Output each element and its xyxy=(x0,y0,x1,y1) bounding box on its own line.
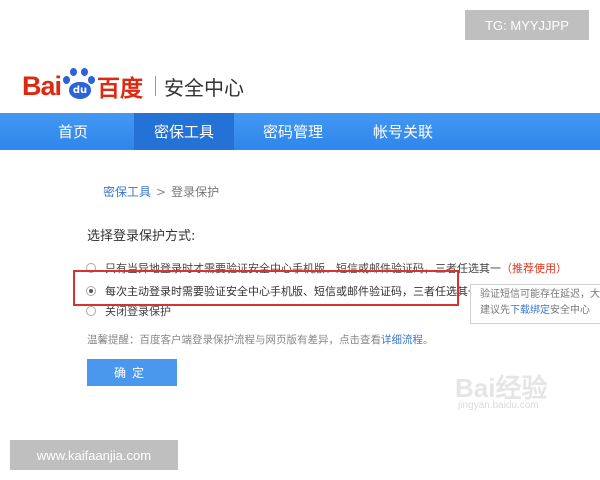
nav-home[interactable]: 首页 xyxy=(38,113,108,150)
nav-account-link[interactable]: 帐号关联 xyxy=(360,113,446,150)
breadcrumb-current: 登录保护 xyxy=(171,185,220,199)
warm-tip: 温馨提醒：百度客户端登录保护流程与网页版有差异，点击查看详细流程。 xyxy=(87,334,434,346)
detail-flow-link[interactable]: 详细流程 xyxy=(381,334,423,346)
logo-bai-text: Bai xyxy=(22,70,62,101)
baidu-jingyan-url: jingyan.baidu.com xyxy=(458,400,539,411)
telegram-watermark: TG: MYYJJPP xyxy=(465,10,589,40)
nav-password-manage[interactable]: 密码管理 xyxy=(250,113,336,150)
highlight-annotation xyxy=(73,270,459,306)
download-bind-link[interactable]: 下载绑定 xyxy=(510,305,550,316)
tip-line2: 建议先下载绑定安全中心 xyxy=(480,305,590,316)
sms-delay-tip: 验证短信可能存在延迟，大 建议先下载绑定安全中心 xyxy=(470,284,600,324)
tip-line1: 验证短信可能存在延迟，大 xyxy=(480,289,600,300)
section-title: 选择登录保护方式: xyxy=(87,229,196,244)
site-watermark: www.kaifaanjia.com xyxy=(10,440,178,470)
logo-baidu-cn: 百度 xyxy=(97,76,144,102)
paw-icon: du xyxy=(62,67,96,101)
breadcrumb-separator: > xyxy=(156,184,167,199)
confirm-button[interactable]: 确定 xyxy=(87,359,177,386)
recommend-label: （推荐使用） xyxy=(501,262,567,275)
logo-du-text: du xyxy=(69,82,92,99)
main-nav: 首页 密保工具 密码管理 帐号关联 xyxy=(0,113,600,150)
logo-divider xyxy=(155,76,157,96)
nav-security-tools[interactable]: 密保工具 xyxy=(134,113,234,150)
logo-title: 安全中心 xyxy=(164,75,245,100)
radio-disable[interactable] xyxy=(86,306,96,316)
breadcrumb-parent[interactable]: 密保工具 xyxy=(103,183,151,200)
baidu-logo[interactable]: Bai du 百度 安全中心 xyxy=(22,66,244,106)
breadcrumb: 密保工具 > 登录保护 xyxy=(103,183,219,200)
